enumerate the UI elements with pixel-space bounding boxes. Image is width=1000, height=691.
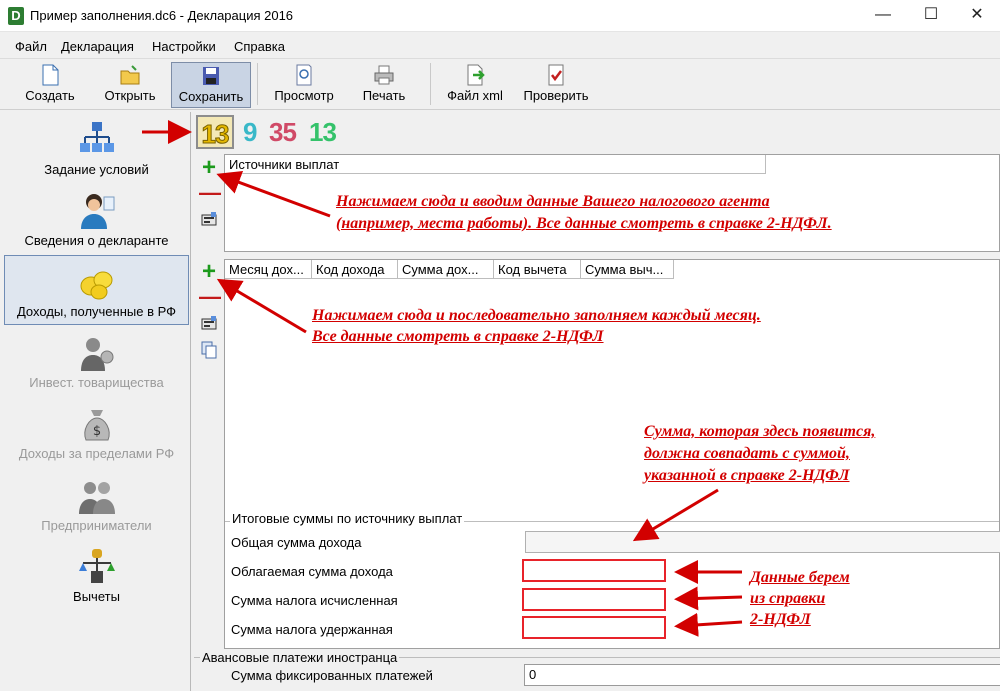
annotation-data-line1: Данные берем (750, 569, 850, 586)
print-button[interactable]: Печать (354, 62, 414, 108)
sources-column-header[interactable]: Источники выплат (225, 155, 766, 174)
preview-label: Просмотр (274, 88, 334, 103)
tab-rate-13-primary[interactable]: 13 (196, 115, 234, 150)
taxable-income-label: Облагаемая сумма дохода (231, 564, 393, 579)
save-label: Сохранить (178, 89, 244, 104)
entrepreneurs-icon (78, 482, 115, 514)
edit-source-icon[interactable] (201, 212, 217, 226)
menu-declaration[interactable]: Декларация (61, 39, 134, 54)
remove-source-button[interactable]: — (199, 182, 221, 204)
xml-file-button[interactable]: Файл xml (442, 62, 508, 108)
annotation-sources-line2: (например, места работы). Все данные смо… (336, 215, 832, 232)
column-header-deduction-code[interactable]: Код вычета (494, 260, 581, 279)
open-button[interactable]: Открыть (98, 62, 162, 108)
open-folder-icon (120, 65, 140, 85)
new-document-icon (42, 64, 59, 86)
annotation-total-line1: Сумма, которая здесь появится, (644, 423, 876, 440)
save-button[interactable]: Сохранить (171, 62, 251, 108)
annotation-total-line2: должна совпадать с суммой, (644, 445, 850, 462)
column-header-deduction-sum[interactable]: Сумма выч... (581, 260, 674, 279)
column-header-month[interactable]: Месяц дох... (225, 260, 312, 279)
totals-group-title: Итоговые суммы по источнику выплат (230, 511, 465, 526)
advance-group-title: Авансовые платежи иностранца (200, 650, 400, 665)
nav-invest-partnerships-label: Инвест. товарищества (29, 375, 164, 390)
nav-entrepreneurs-label: Предприниматели (41, 518, 152, 533)
nav-deductions-label: Вычеты (73, 589, 120, 604)
maximize-button[interactable]: ☐ (908, 0, 954, 30)
check-button[interactable]: Проверить (518, 62, 594, 108)
xml-file-label: Файл xml (447, 88, 503, 103)
nav-income-russia-label: Доходы, полученные в РФ (16, 304, 177, 319)
toolbar-separator (430, 63, 431, 105)
preview-icon (296, 64, 312, 86)
taxable-income-field[interactable] (522, 559, 666, 582)
check-document-icon (548, 64, 564, 86)
remove-month-button[interactable]: — (199, 286, 221, 308)
tax-withheld-label: Сумма налога удержанная (231, 622, 393, 637)
create-label: Создать (25, 88, 75, 103)
tax-calculated-label: Сумма налога исчисленная (231, 593, 398, 608)
app-icon: D (8, 7, 24, 25)
annotation-sources-line1: Нажимаем сюда и вводим данные Вашего нал… (336, 193, 770, 210)
menu-file[interactable]: Файл (15, 39, 47, 54)
fixed-payments-field[interactable]: 0 (524, 664, 1000, 686)
menu-bar (0, 33, 1000, 57)
nav-invest-partnerships[interactable]: Инвест. товарищества (4, 327, 189, 397)
annotation-months-line2: Все данные смотреть в справке 2-НДФЛ (312, 328, 604, 345)
check-label: Проверить (523, 88, 589, 103)
total-income-field (525, 531, 1000, 553)
deductions-scales-icon (78, 549, 115, 583)
nav-declarant[interactable]: Сведения о декларанте (4, 185, 189, 255)
print-label: Печать (362, 88, 406, 103)
printer-icon (374, 65, 394, 85)
investor-icon (80, 338, 113, 371)
menu-settings[interactable]: Настройки (152, 39, 216, 54)
edit-month-icon[interactable] (201, 316, 217, 330)
copy-month-icon[interactable] (201, 341, 217, 359)
add-month-button[interactable]: + (199, 260, 219, 284)
add-source-button[interactable]: + (199, 156, 219, 180)
total-income-label: Общая сумма дохода (231, 535, 362, 550)
toolbar-separator (257, 63, 258, 105)
svg-text:$: $ (92, 424, 100, 439)
tax-calculated-field[interactable] (522, 588, 666, 611)
nav-declarant-label: Сведения о декларанте (24, 233, 169, 248)
floppy-disk-icon (203, 67, 219, 85)
tab-rate-13-secondary[interactable]: 13 (309, 115, 337, 149)
fixed-payments-label: Сумма фиксированных платежей (231, 668, 433, 683)
nav-income-abroad[interactable]: $ Доходы за пределами РФ (4, 398, 189, 468)
annotation-data-line2: из справки (750, 590, 826, 607)
tab-rate-35[interactable]: 35 (269, 115, 297, 149)
open-label: Открыть (104, 88, 156, 103)
minimize-button[interactable]: — (860, 0, 906, 30)
column-header-income-code[interactable]: Код дохода (312, 260, 398, 279)
nav-deductions[interactable]: Вычеты (4, 541, 189, 611)
money-bag-icon: $ (83, 410, 110, 441)
create-button[interactable]: Создать (18, 62, 82, 108)
declarant-person-icon (80, 194, 114, 229)
menu-help[interactable]: Справка (234, 39, 285, 54)
tab-rate-9[interactable]: 9 (243, 115, 258, 149)
tax-withheld-field[interactable] (522, 616, 666, 639)
conditions-tree-icon (79, 122, 114, 152)
nav-entrepreneurs[interactable]: Предприниматели (4, 470, 189, 540)
window-title: Пример заполнения.dc6 - Декларация 2016 (30, 8, 294, 23)
close-button[interactable]: ✕ (954, 0, 1000, 30)
annotation-total-line3: указанной в справке 2-НДФЛ (644, 467, 850, 484)
nav-income-abroad-label: Доходы за пределами РФ (18, 446, 175, 461)
annotation-months-line1: Нажимаем сюда и последовательно заполняе… (312, 307, 761, 324)
coins-icon (80, 271, 112, 300)
nav-income-russia[interactable]: Доходы, полученные в РФ (4, 255, 189, 325)
annotation-data-line3: 2-НДФЛ (750, 611, 811, 628)
nav-conditions-label: Задание условий (44, 162, 149, 177)
nav-conditions[interactable]: Задание условий (4, 114, 189, 184)
column-header-income-sum[interactable]: Сумма дох... (398, 260, 494, 279)
preview-button[interactable]: Просмотр (268, 62, 340, 108)
xml-export-icon (467, 64, 485, 86)
